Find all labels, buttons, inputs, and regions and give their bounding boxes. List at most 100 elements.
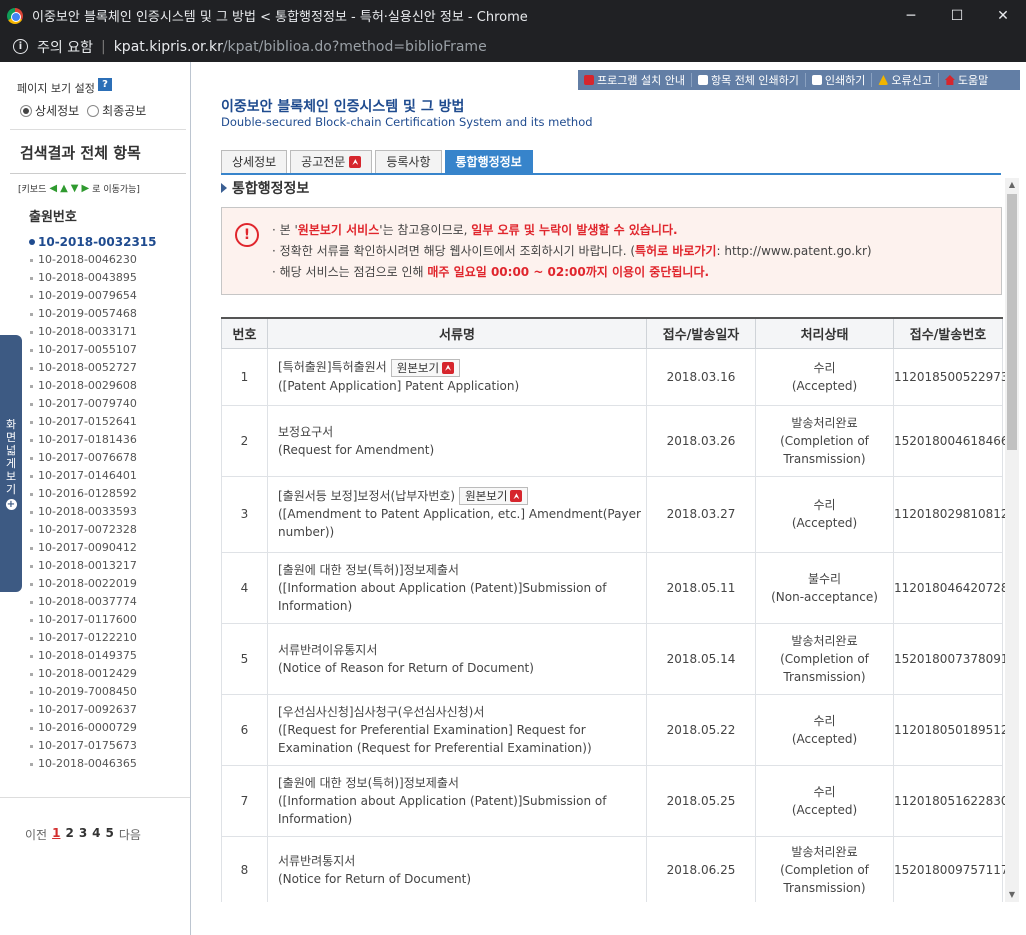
- status-en-2: Transmission): [783, 451, 866, 466]
- section-title-text: 통합행정정보: [232, 181, 310, 197]
- help-button[interactable]: 도움말: [939, 73, 994, 87]
- maximize-button[interactable]: ☐: [934, 0, 980, 31]
- application-item[interactable]: 10-2018-0043895: [30, 269, 157, 287]
- pdf-icon: [510, 490, 523, 503]
- view-original-button[interactable]: 원본보기: [459, 487, 529, 506]
- application-item[interactable]: 10-2017-0122210: [30, 629, 157, 647]
- address-bar[interactable]: i 주의 요함 | kpat.kipris.or.kr/kpat/biblioa…: [0, 31, 1026, 62]
- print-all-button[interactable]: 항목 전체 인쇄하기: [692, 73, 806, 87]
- application-item[interactable]: 10-2019-0079654: [30, 287, 157, 305]
- application-item[interactable]: 10-2018-0037774: [30, 593, 157, 611]
- application-item[interactable]: 10-2017-0181436: [30, 431, 157, 449]
- application-item[interactable]: 10-2019-7008450: [30, 683, 157, 701]
- pager-page-2[interactable]: 2: [65, 826, 73, 843]
- tab-admin-info[interactable]: 통합행정정보: [444, 150, 533, 174]
- tab-publication[interactable]: 공고전문: [290, 150, 373, 174]
- sidebar-title: 검색결과 전체 항목: [10, 136, 186, 174]
- printer-icon: [811, 75, 822, 85]
- scroll-up-icon[interactable]: ▲: [1005, 178, 1019, 192]
- patent-go-link[interactable]: 특허로 바로가기: [635, 244, 716, 258]
- info-icon[interactable]: i: [13, 39, 28, 54]
- radio-final[interactable]: 최종공보: [87, 102, 146, 119]
- application-item[interactable]: 10-2018-0046230: [30, 251, 157, 269]
- application-item[interactable]: 10-2018-0033593: [30, 503, 157, 521]
- application-item[interactable]: 10-2017-0079740: [30, 395, 157, 413]
- cell-document: [출원서등 보정]보정서(납부자번호) 원본보기 ([Amendment to Pa…: [267, 475, 647, 553]
- alert-icon: !: [235, 223, 259, 247]
- application-item[interactable]: 10-2017-0076678: [30, 449, 157, 467]
- document-title: 서류반려이유통지서: [278, 642, 378, 657]
- application-item[interactable]: 10-2019-0057468: [30, 305, 157, 323]
- url-path[interactable]: /kpat/biblioa.do?method=biblioFrame: [223, 39, 487, 55]
- application-item[interactable]: 10-2017-0152641: [30, 413, 157, 431]
- cell-date: 2018.03.26: [646, 404, 756, 477]
- application-item[interactable]: 10-2017-0055107: [30, 341, 157, 359]
- notice-box: ! · 본 '원본보기 서비스'는 참고용이므로, 일부 오류 및 누락이 발생…: [221, 207, 1002, 295]
- table-row: 7 [출원에 대한 정보(특허)]정보제출서 ([Information about…: [221, 764, 1006, 837]
- application-item[interactable]: 10-2018-0029608: [30, 377, 157, 395]
- application-item[interactable]: 10-2016-0000729: [30, 719, 157, 737]
- chrome-logo-icon: [7, 7, 23, 24]
- scroll-down-icon[interactable]: ▼: [1005, 888, 1019, 902]
- content-area: 통합행정정보 ! · 본 '원본보기 서비스'는 참고용이므로, 일부 오류 및…: [212, 178, 1006, 902]
- status-en: (Accepted): [791, 378, 858, 393]
- application-item[interactable]: 10-2018-0046365: [30, 755, 157, 773]
- col-header-number: 접수/발송번호: [893, 317, 1003, 349]
- radio-checked-icon[interactable]: [20, 104, 32, 117]
- content-scrollbar[interactable]: ▲ ▼: [1005, 178, 1019, 902]
- print-button[interactable]: 인쇄하기: [806, 73, 873, 87]
- printer-icon: [697, 75, 708, 85]
- pager-prev[interactable]: 이전: [25, 826, 47, 843]
- application-item[interactable]: 10-2017-0117600: [30, 611, 157, 629]
- table-row: 4 [출원에 대한 정보(특허)]정보제출서 ([Information about…: [221, 551, 1006, 624]
- status-en: (Non-acceptance): [771, 589, 878, 604]
- col-header-status: 처리상태: [755, 317, 894, 349]
- pager-next[interactable]: 다음: [119, 826, 141, 843]
- pager-page-4[interactable]: 4: [92, 826, 100, 843]
- application-item[interactable]: 10-2017-0146401: [30, 467, 157, 485]
- report-error-button[interactable]: 오류신고: [872, 73, 939, 87]
- status-ko: 불수리: [807, 571, 842, 586]
- cell-date: 2018.05.14: [646, 622, 756, 695]
- document-title: [우선심사신청]심사청구(우선심사신청)서: [278, 704, 485, 719]
- application-item[interactable]: 10-2018-0012429: [30, 665, 157, 683]
- tab-registration[interactable]: 등록사항: [375, 150, 442, 174]
- pager-page-1[interactable]: 1: [52, 826, 60, 843]
- radio-final-label: 최종공보: [102, 104, 147, 118]
- pager-page-5[interactable]: 5: [106, 826, 114, 843]
- scrollbar-thumb[interactable]: [1007, 194, 1017, 450]
- application-item[interactable]: 10-2018-0149375: [30, 647, 157, 665]
- expand-view-button[interactable]: 화 면 넓 게 보 기 +: [0, 335, 22, 592]
- security-warning[interactable]: 주의 요함: [37, 37, 93, 57]
- cell-status: 불수리 (Non-acceptance): [755, 551, 894, 624]
- application-item[interactable]: 10-2017-0175673: [30, 737, 157, 755]
- document-title-en: ([Request for Preferential Examination] …: [278, 722, 592, 755]
- close-button[interactable]: ✕: [980, 0, 1026, 31]
- application-item[interactable]: 10-2018-0033171: [30, 323, 157, 341]
- tab-underline: [221, 173, 1001, 175]
- install-guide-button[interactable]: 프로그램 설치 안내: [578, 73, 692, 87]
- tab-detail[interactable]: 상세정보: [221, 150, 288, 174]
- minimize-button[interactable]: ─: [888, 0, 934, 31]
- table-row: 8 서류반려통지서 (Notice for Return of Document) 2…: [221, 835, 1006, 902]
- help-icon[interactable]: ?: [98, 78, 112, 91]
- radio-detail[interactable]: 상세정보: [20, 102, 79, 119]
- application-item[interactable]: 10-2017-0072328: [30, 521, 157, 539]
- url-host[interactable]: kpat.kipris.or.kr: [114, 39, 223, 55]
- cell-document: [출원에 대한 정보(특허)]정보제출서 ([Information about …: [267, 551, 647, 624]
- application-item[interactable]: 10-2018-0052727: [30, 359, 157, 377]
- application-item[interactable]: 10-2018-0022019: [30, 575, 157, 593]
- admin-info-table: 번호 서류명 접수/발송일자 처리상태 접수/발송번호 1 [특허출원]특허출원서…: [221, 317, 1006, 902]
- application-item[interactable]: 10-2017-0092637: [30, 701, 157, 719]
- application-item[interactable]: 10-2016-0128592: [30, 485, 157, 503]
- bullet-triangle-icon: [221, 183, 227, 193]
- cell-no: 4: [221, 551, 268, 624]
- notice-text: 해당 서비스는 점검으로 인해: [279, 265, 428, 279]
- view-original-button[interactable]: 원본보기: [390, 358, 461, 377]
- application-item[interactable]: 10-2018-0032315: [29, 233, 157, 251]
- pager-page-3[interactable]: 3: [79, 826, 87, 843]
- cell-document: 서류반려통지서 (Notice for Return of Document): [267, 835, 647, 902]
- application-item[interactable]: 10-2017-0090412: [30, 539, 157, 557]
- radio-unchecked-icon[interactable]: [87, 104, 100, 117]
- application-item[interactable]: 10-2018-0013217: [30, 557, 157, 575]
